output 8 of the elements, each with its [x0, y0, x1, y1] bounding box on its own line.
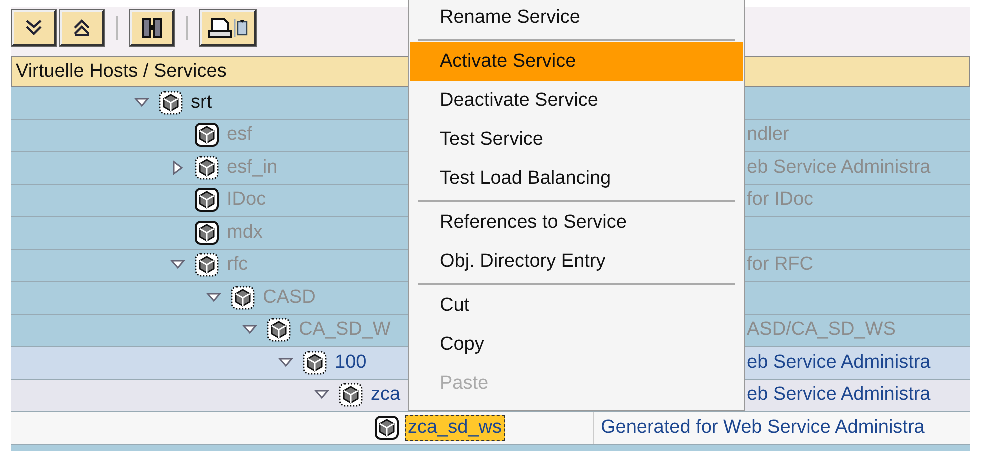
description-text: eb Service Administra: [746, 350, 932, 375]
description-text: eb Service Administra: [746, 156, 932, 180]
description-text: ASD/CA_SD_WS: [746, 318, 897, 342]
description-text: for IDoc: [746, 188, 815, 212]
description-text: eb Service Administra: [746, 383, 932, 408]
description-text: Generated for Web Service Administra: [600, 416, 926, 440]
description-text: ndler: [746, 123, 790, 148]
description-text: for RFC: [746, 253, 814, 278]
